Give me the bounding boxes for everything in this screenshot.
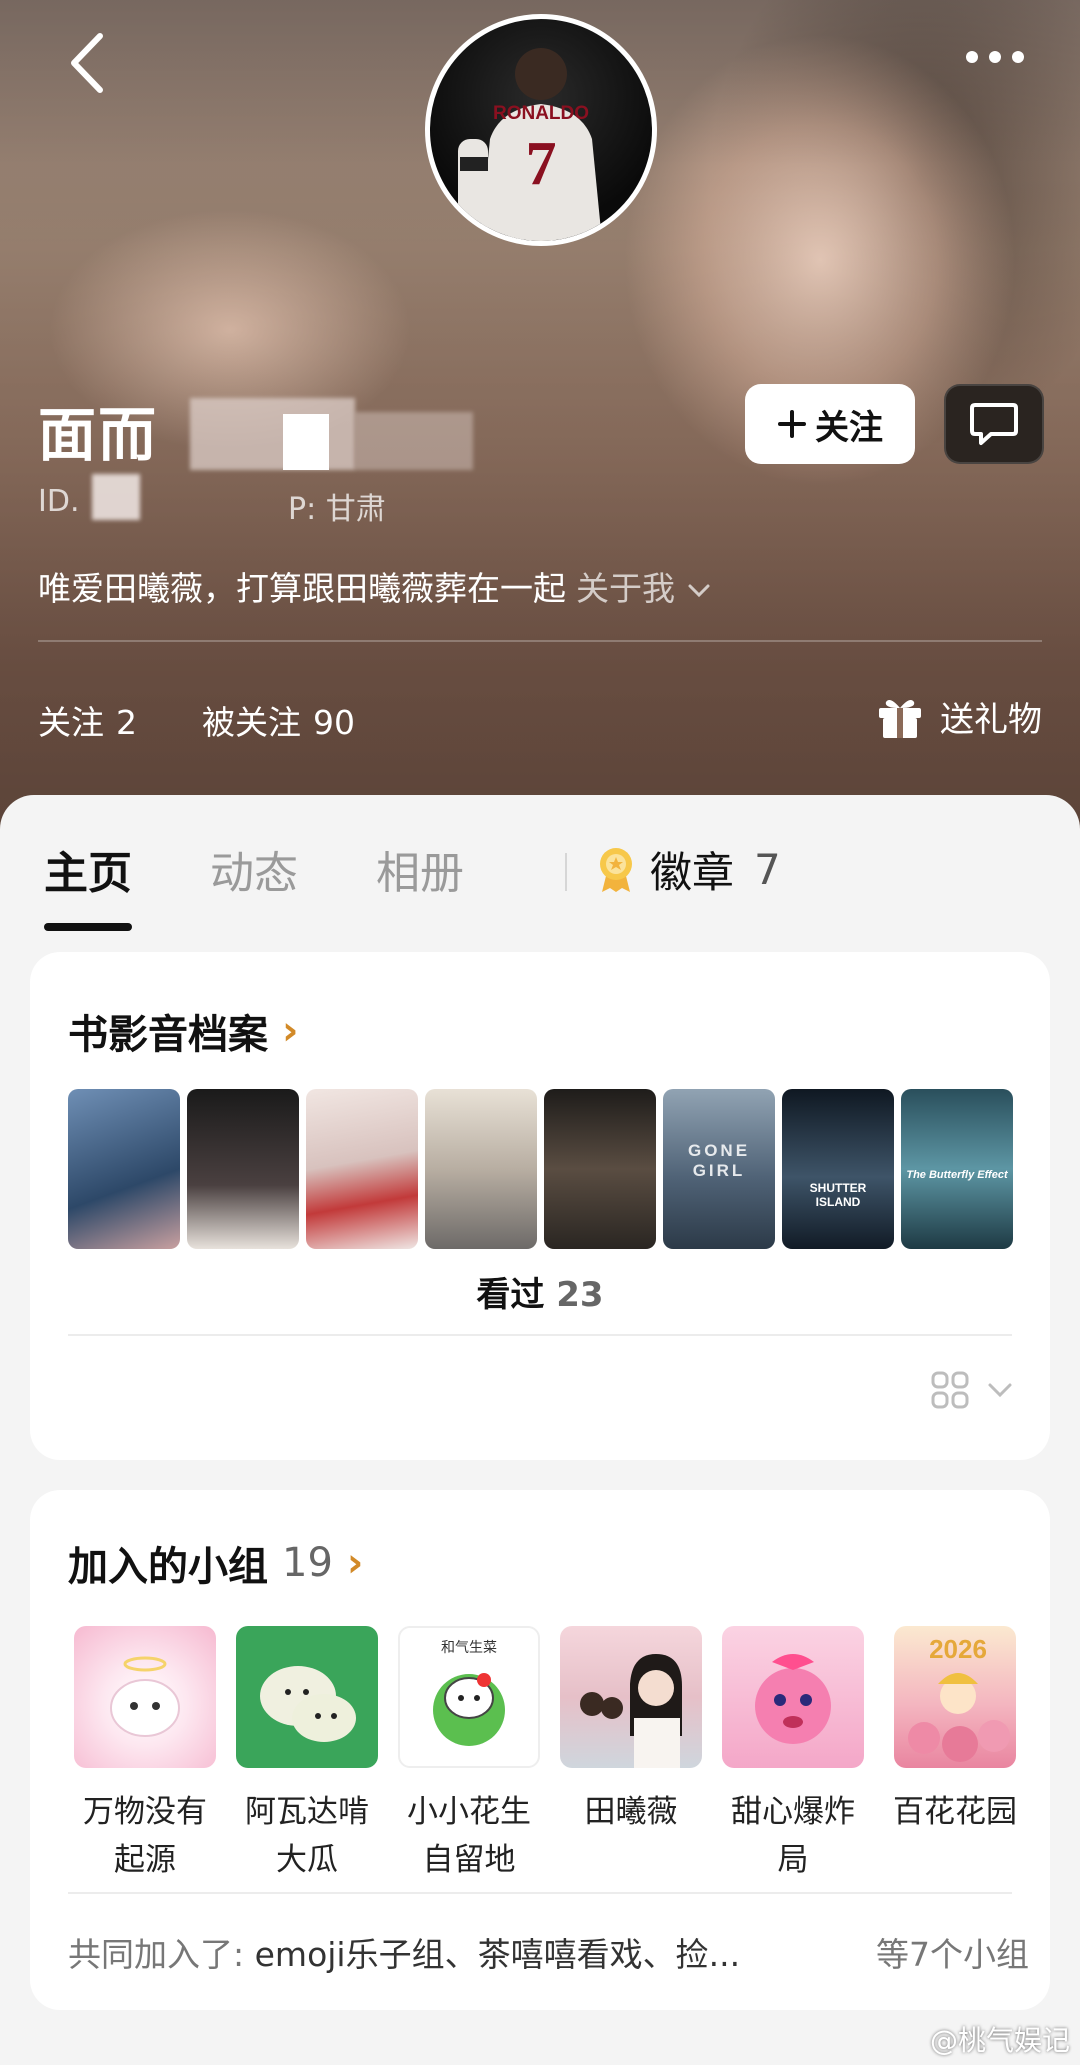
plus-icon [778,410,806,438]
chat-bubble-icon [970,403,1018,445]
poster-butterfly-effect[interactable]: The Butterfly Effect [901,1089,1013,1249]
tab-home[interactable]: 主页 [44,837,132,931]
redaction-blur [92,474,140,520]
badge-label: 徽章 [650,848,735,897]
tab-separator [565,853,567,891]
common-groups-prefix: 共同加入了: [68,1935,245,1974]
common-groups-list: emoji乐子组、茶嘻嘻看戏、捡... [254,1935,741,1974]
following-label: 关注 [38,703,104,742]
chevron-down-icon [988,1383,1012,1398]
group-item[interactable]: 万物没有起源 [64,1626,226,1884]
poster-4[interactable] [425,1089,537,1249]
user-bio: 唯爱田曦薇，打算跟田曦薇葬在一起 关于我 [38,562,712,610]
watermark: @桃气娱记 [929,2024,1070,2057]
group-item[interactable]: 和气生菜 小小花生自留地 [388,1626,550,1884]
avatar[interactable]: RONALDO 7 [425,14,657,246]
poster-3[interactable] [306,1089,418,1249]
profile-content-sheet: 主页 动态 相册 徽章 7 书影音档案 › GONE GIRL SHUTTER … [0,795,1080,2065]
following-stat[interactable]: 关注 2 [38,696,137,744]
redaction-blur [355,412,473,470]
chevron-right-icon: › [346,1540,364,1586]
follow-label: 关注 [815,407,883,448]
view-toggle[interactable] [930,1370,1014,1410]
poster-shutter-island[interactable]: SHUTTER ISLAND [782,1089,894,1249]
badge-count: 7 [754,845,781,894]
back-icon[interactable] [60,30,120,96]
chevron-right-icon: › [282,1008,299,1054]
group-item[interactable]: 阿瓦达啃大瓜 [226,1626,388,1884]
tab-album[interactable]: 相册 [376,837,464,901]
tab-activity[interactable]: 动态 [210,837,298,901]
about-me-link[interactable]: 关于我 [576,569,712,608]
poster-2[interactable] [187,1089,299,1249]
header-divider [38,640,1042,642]
group-name: 田曦薇 [584,1794,678,1830]
group-name: 万物没有起源 [83,1794,207,1878]
common-groups-summary[interactable]: 共同加入了: emoji乐子组、茶嘻嘻看戏、捡... 等7个小组 [68,1928,1029,1976]
group-thumbnail [722,1626,864,1768]
redaction-blur [190,398,355,470]
group-thumb-text: 和气生菜 [441,1640,497,1656]
following-count: 2 [116,703,137,742]
more-options-icon[interactable] [960,42,1030,72]
group-name: 小小花生自留地 [407,1794,531,1878]
group-thumb-text: 2026 [929,1634,987,1664]
user-nickname: 面而 [38,401,159,469]
media-archive-title-text: 书影音档案 [68,1012,268,1058]
media-archive-title[interactable]: 书影音档案 › [68,1002,298,1060]
group-name: 甜心爆炸局 [731,1794,855,1878]
about-me-label: 关于我 [576,569,675,608]
watched-number: 23 [556,1275,604,1315]
redaction-blur [283,414,329,470]
avatar-jersey-name: RONALDO [493,103,589,124]
common-groups-suffix: 等7个小组 [876,1935,1029,1974]
joined-groups-card: 加入的小组 19 › 万物没有起源 阿瓦达啃大瓜 和气生菜 小小花生自留地 田曦… [30,1490,1050,2010]
watched-count[interactable]: 看过 23 [30,1267,1050,1316]
poster-gone-girl[interactable]: GONE GIRL [663,1089,775,1249]
group-thumbnail [74,1626,216,1768]
send-gift-button[interactable]: 送礼物 [876,692,1042,741]
followers-count: 90 [313,703,355,742]
avatar-jersey-number: 7 [526,130,557,198]
ip-location: P: 甘肃 [288,492,386,527]
user-id: ID. [38,484,80,519]
follow-button[interactable]: 关注 [745,384,915,464]
poster-5[interactable] [544,1089,656,1249]
group-name: 百花花园 [893,1794,1017,1830]
message-button[interactable] [944,384,1044,464]
gift-icon [879,699,921,738]
group-list: 万物没有起源 阿瓦达啃大瓜 和气生菜 小小花生自留地 田曦薇 甜心爆炸局 202… [64,1626,1036,1884]
group-item[interactable]: 田曦薇 [550,1626,712,1884]
group-thumbnail: 和气生菜 [398,1626,540,1768]
group-thumbnail [560,1626,702,1768]
poster-row: GONE GIRL SHUTTER ISLAND The Butterfly E… [68,1089,1013,1249]
media-archive-card: 书影音档案 › GONE GIRL SHUTTER ISLAND The But… [30,952,1050,1460]
followers-stat[interactable]: 被关注 90 [202,696,355,744]
group-thumbnail: 2026 [894,1626,1016,1768]
badge-tab[interactable]: 徽章 7 [596,839,781,900]
group-thumbnail [236,1626,378,1768]
group-name: 阿瓦达啃大瓜 [245,1794,369,1878]
profile-tabs: 主页 动态 相册 [44,837,542,931]
medal-icon [600,847,632,892]
grid-icon [931,1371,969,1409]
poster-1[interactable] [68,1089,180,1249]
joined-groups-title[interactable]: 加入的小组 19 › [68,1534,363,1592]
bio-text: 唯爱田曦薇，打算跟田曦薇葬在一起 [38,569,566,608]
watched-label: 看过 [476,1275,545,1315]
joined-groups-title-text: 加入的小组 [68,1544,268,1590]
card-divider [68,1334,1012,1336]
chevron-down-icon [688,584,709,598]
card-divider [68,1892,1012,1894]
joined-groups-count: 19 [282,1540,333,1586]
send-gift-label: 送礼物 [940,700,1042,740]
group-item[interactable]: 甜心爆炸局 [712,1626,874,1884]
followers-label: 被关注 [202,703,301,742]
group-item[interactable]: 2026 百花花园 [874,1626,1036,1884]
